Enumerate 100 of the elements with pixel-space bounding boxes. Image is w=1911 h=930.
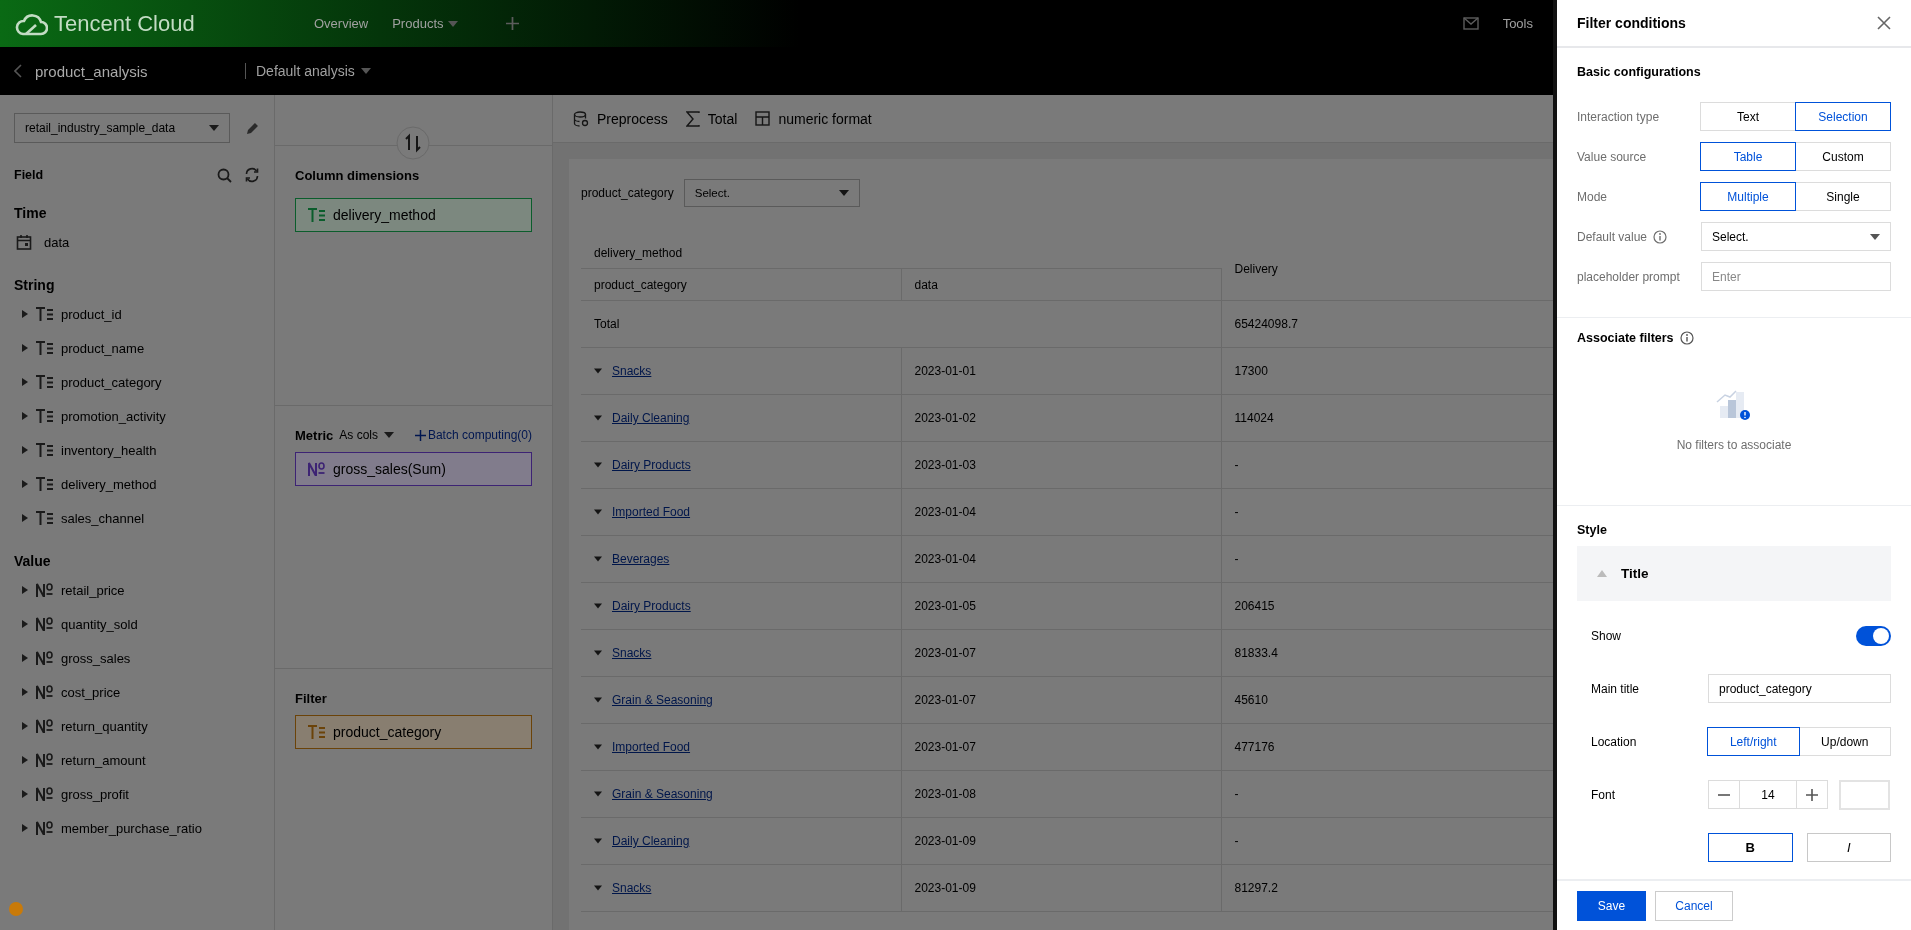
batch-computing-link[interactable]: Batch computing(0): [414, 428, 532, 442]
text-type-icon: [36, 443, 53, 457]
collapse-icon[interactable]: [594, 650, 602, 656]
field-name[interactable]: member_purchase_ratio: [61, 820, 202, 836]
expand-icon[interactable]: [22, 722, 28, 730]
edit-icon[interactable]: [246, 121, 260, 135]
segment-option[interactable]: Left/right: [1707, 727, 1800, 756]
text-field[interactable]: product_category: [1708, 674, 1891, 703]
field-name[interactable]: data: [44, 234, 70, 250]
plus-icon: [1806, 788, 1818, 801]
expand-icon[interactable]: [22, 756, 28, 764]
field-name[interactable]: gross_sales: [61, 650, 131, 666]
field-name[interactable]: promotion_activity: [61, 408, 166, 424]
swap-icon[interactable]: [396, 126, 430, 160]
mode-dropdown[interactable]: As cols: [339, 428, 394, 442]
close-icon[interactable]: [1877, 16, 1891, 30]
collapse-icon[interactable]: [594, 415, 602, 421]
color-swatch[interactable]: [1839, 779, 1890, 810]
text-field[interactable]: Enter: [1701, 262, 1891, 291]
collapse-icon[interactable]: [594, 744, 602, 750]
category-link[interactable]: Beverages: [612, 552, 670, 566]
segment-option[interactable]: Table: [1700, 142, 1796, 171]
expand-icon[interactable]: [22, 378, 28, 386]
bold-button[interactable]: B: [1708, 833, 1793, 862]
toolbar-button[interactable]: Preprocess: [573, 110, 668, 127]
category-link[interactable]: Daily Cleaning: [612, 834, 690, 848]
refresh-icon[interactable]: [244, 167, 260, 183]
category-link[interactable]: Snacks: [612, 881, 652, 895]
category-link[interactable]: Imported Food: [612, 505, 691, 519]
segment-option[interactable]: Multiple: [1700, 182, 1796, 211]
field-name[interactable]: quantity_sold: [61, 616, 138, 632]
info-icon[interactable]: [1679, 331, 1694, 345]
category-link[interactable]: Snacks: [612, 364, 652, 378]
toggle-switch[interactable]: [1856, 625, 1891, 646]
collapse-icon[interactable]: [594, 556, 602, 562]
toolbar-button[interactable]: Total: [685, 110, 738, 127]
field-name[interactable]: sales_channel: [61, 510, 145, 526]
expand-icon[interactable]: [22, 514, 28, 522]
field-name[interactable]: inventory_health: [61, 442, 157, 458]
expand-icon[interactable]: [22, 310, 28, 318]
category-link[interactable]: Dairy Products: [612, 458, 691, 472]
field-name[interactable]: retail_price: [61, 582, 125, 598]
back-icon[interactable]: [14, 64, 22, 78]
collapse-icon[interactable]: [594, 885, 602, 891]
field-name[interactable]: gross_profit: [61, 786, 129, 802]
field-name[interactable]: product_name: [61, 340, 145, 356]
field-chip[interactable]: gross_sales(Sum): [295, 452, 532, 486]
plus-icon[interactable]: [505, 17, 519, 30]
segment-option[interactable]: Single: [1795, 182, 1891, 211]
group-header[interactable]: Title: [1577, 546, 1891, 601]
nav-link[interactable]: Products: [392, 16, 458, 31]
field-name[interactable]: cost_price: [61, 684, 121, 700]
info-icon[interactable]: [1653, 229, 1668, 244]
expand-icon[interactable]: [22, 824, 28, 832]
category-link[interactable]: Dairy Products: [612, 599, 691, 613]
category-link[interactable]: Daily Cleaning: [612, 411, 690, 425]
expand-icon[interactable]: [22, 412, 28, 420]
collapse-icon[interactable]: [594, 368, 602, 374]
expand-icon[interactable]: [22, 480, 28, 488]
collapse-icon[interactable]: [594, 697, 602, 703]
field-name[interactable]: return_quantity: [61, 718, 148, 734]
segment-option[interactable]: Selection: [1795, 102, 1891, 131]
toolbar-button[interactable]: numeric format: [755, 110, 872, 127]
dataset-select[interactable]: retail_industry_sample_data: [14, 113, 231, 143]
segment-option[interactable]: Text: [1700, 102, 1796, 131]
segment-option[interactable]: Up/down: [1798, 727, 1891, 756]
category-link[interactable]: Grain & Seasoning: [612, 693, 713, 707]
save-button[interactable]: Save: [1577, 890, 1646, 921]
field-chip[interactable]: delivery_method: [295, 198, 532, 232]
expand-icon[interactable]: [22, 344, 28, 352]
category-link[interactable]: Grain & Seasoning: [612, 787, 713, 801]
field-name[interactable]: delivery_method: [61, 476, 157, 492]
expand-icon[interactable]: [22, 790, 28, 798]
collapse-icon[interactable]: [594, 509, 602, 515]
expand-icon[interactable]: [22, 446, 28, 454]
expand-icon[interactable]: [22, 654, 28, 662]
field-name[interactable]: return_amount: [61, 752, 146, 768]
collapse-icon[interactable]: [594, 462, 602, 468]
category-link[interactable]: Snacks: [612, 646, 652, 660]
collapse-icon[interactable]: [594, 603, 602, 609]
search-icon[interactable]: [217, 167, 232, 183]
filter-select[interactable]: Select.: [683, 179, 860, 207]
nav-link[interactable]: Overview: [314, 16, 369, 31]
default-value-select[interactable]: Select.: [1701, 222, 1891, 251]
category-link[interactable]: Imported Food: [612, 740, 691, 754]
expand-icon[interactable]: [22, 620, 28, 628]
field-chip[interactable]: product_category: [295, 715, 532, 749]
tools-menu[interactable]: Tools: [1502, 16, 1533, 31]
column-header: delivery_method: [581, 237, 1221, 269]
expand-icon[interactable]: [22, 586, 28, 594]
field-name[interactable]: product_category: [61, 374, 162, 390]
mail-icon[interactable]: [1462, 17, 1479, 30]
field-name[interactable]: product_id: [61, 306, 122, 322]
collapse-icon[interactable]: [594, 791, 602, 797]
collapse-icon[interactable]: [594, 838, 602, 844]
italic-button[interactable]: I: [1806, 833, 1891, 862]
cancel-button[interactable]: Cancel: [1655, 890, 1733, 921]
segment-option[interactable]: Custom: [1795, 142, 1891, 171]
expand-icon[interactable]: [22, 688, 28, 696]
view-dropdown[interactable]: Default analysis: [256, 63, 371, 79]
